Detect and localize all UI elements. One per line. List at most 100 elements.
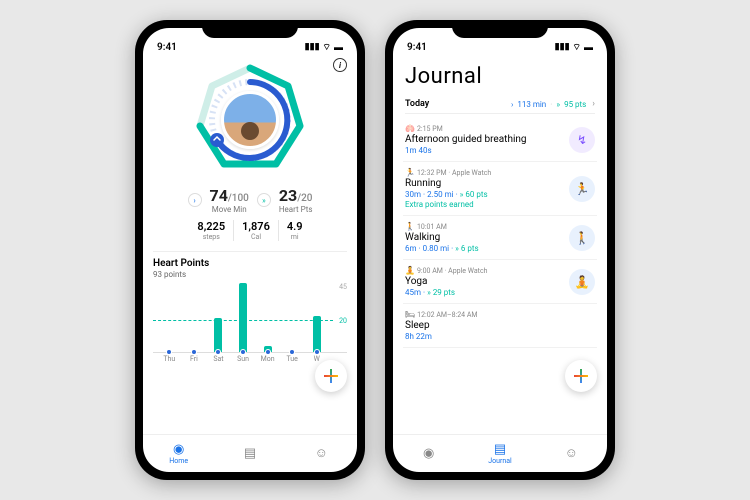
bar-Thu bbox=[157, 283, 182, 352]
move-min-target: /100 bbox=[228, 193, 249, 204]
activity-badge-icon: 🧘 bbox=[569, 269, 595, 295]
info-icon: i bbox=[339, 61, 341, 70]
secondary-metrics: 8,225 steps 1,876 Cal 4.9 mi bbox=[153, 220, 347, 241]
activity-ring[interactable] bbox=[153, 60, 347, 180]
activity-glyph-icon: 🏃 bbox=[405, 168, 415, 177]
bar-Sun bbox=[231, 283, 256, 352]
bottom-nav: ◉ ▤ Journal ☺ bbox=[393, 434, 607, 472]
plus-icon bbox=[574, 369, 588, 383]
journal-icon: ▤ bbox=[494, 443, 506, 456]
screen-home: 9:41 ▮▮▮ ⌔ ▬ i bbox=[143, 28, 357, 472]
notch bbox=[202, 20, 298, 38]
today-heart-pts: 95 pts bbox=[564, 100, 586, 109]
bar-Sat bbox=[206, 283, 231, 352]
chart-area: 45 20 bbox=[153, 283, 347, 353]
activity-badge-icon: ↯ bbox=[569, 127, 595, 153]
entry-title: Running bbox=[405, 178, 563, 189]
entry-title: Afternoon guided breathing bbox=[405, 134, 563, 145]
activity-glyph-icon: 🫁 bbox=[405, 124, 415, 133]
nav-profile[interactable]: ☺ bbox=[286, 447, 357, 460]
activity-glyph-icon: 🧘 bbox=[405, 266, 415, 275]
profile-icon: ☺ bbox=[565, 447, 578, 460]
chevron-icon: » bbox=[556, 100, 560, 109]
entry-time: 2:15 PM bbox=[417, 125, 443, 133]
journal-entry[interactable]: 🚶10:01 AMWalking6m · 0.80 mi · » 6 pts🚶 bbox=[403, 216, 597, 260]
bar-Fri bbox=[182, 283, 207, 352]
entry-detail: 45m · » 29 pts bbox=[405, 288, 563, 297]
move-min-icon: › bbox=[188, 193, 202, 207]
chevron-right-icon: › bbox=[592, 99, 595, 109]
signal-icon: ▮▮▮ bbox=[305, 42, 320, 53]
heart-pts-metric[interactable]: 23/20 Heart Pts bbox=[279, 186, 313, 214]
chevron-icon: › bbox=[511, 100, 513, 109]
add-fab[interactable] bbox=[315, 360, 347, 392]
entry-time: 9:00 AM · Apple Watch bbox=[417, 267, 488, 275]
status-time: 9:41 bbox=[157, 42, 177, 53]
entry-title: Yoga bbox=[405, 276, 563, 287]
mi-metric[interactable]: 4.9 mi bbox=[278, 220, 311, 241]
wifi-icon: ⌔ bbox=[323, 42, 331, 53]
device-journal: 9:41 ▮▮▮ ⌔ ▬ Journal Today › 113 min · »… bbox=[385, 20, 615, 480]
nav-journal[interactable]: ▤ bbox=[214, 447, 285, 460]
today-summary[interactable]: Today › 113 min · » 95 pts › bbox=[405, 99, 595, 114]
status-time: 9:41 bbox=[407, 42, 427, 53]
chart-subtitle: 93 points bbox=[153, 270, 347, 279]
device-home: 9:41 ▮▮▮ ⌔ ▬ i bbox=[135, 20, 365, 480]
entry-detail: 8h 22m bbox=[405, 332, 595, 341]
today-move-min: 113 min bbox=[517, 100, 546, 109]
entry-detail: 6m · 0.80 mi · » 6 pts bbox=[405, 244, 563, 253]
entry-title: Sleep bbox=[405, 320, 595, 331]
chart-ymax: 45 bbox=[339, 283, 347, 291]
notch bbox=[452, 20, 548, 38]
entry-time: 10:01 AM bbox=[417, 223, 447, 231]
nav-home[interactable]: ◉ bbox=[393, 447, 464, 460]
activity-badge-icon: 🏃 bbox=[569, 176, 595, 202]
move-min-metric[interactable]: 74/100 Move Min bbox=[210, 186, 249, 214]
activity-glyph-icon: 🛏 bbox=[405, 310, 415, 319]
profile-icon: ☺ bbox=[315, 447, 328, 460]
status-icons: ▮▮▮ ⌔ ▬ bbox=[305, 42, 343, 53]
signal-icon: ▮▮▮ bbox=[555, 42, 570, 53]
steps-metric[interactable]: 8,225 steps bbox=[189, 220, 233, 241]
add-fab[interactable] bbox=[565, 360, 597, 392]
move-min-value: 74 bbox=[210, 186, 228, 205]
move-min-label: Move Min bbox=[210, 205, 249, 214]
nav-journal[interactable]: ▤ Journal bbox=[464, 443, 535, 465]
chart-title: Heart Points bbox=[153, 258, 347, 269]
bar-W bbox=[304, 283, 329, 352]
journal-entry[interactable]: 🏃12:32 PM · Apple WatchRunning30m · 2.50… bbox=[403, 162, 597, 216]
activity-badge-icon: 🚶 bbox=[569, 225, 595, 251]
info-button[interactable]: i bbox=[333, 58, 347, 72]
heart-pts-label: Heart Pts bbox=[279, 205, 313, 214]
journal-icon: ▤ bbox=[244, 447, 256, 460]
home-icon: ◉ bbox=[173, 443, 184, 456]
today-label: Today bbox=[405, 99, 429, 109]
heart-pts-icon: » bbox=[257, 193, 271, 207]
heart-pts-value: 23 bbox=[279, 186, 297, 205]
battery-icon: ▬ bbox=[584, 42, 593, 53]
home-icon: ◉ bbox=[423, 447, 434, 460]
bar-Tue bbox=[280, 283, 305, 352]
nav-home[interactable]: ◉ Home bbox=[143, 443, 214, 465]
heart-pts-target: /20 bbox=[297, 193, 312, 204]
profile-avatar[interactable] bbox=[221, 91, 279, 149]
wifi-icon: ⌔ bbox=[573, 42, 581, 53]
entry-extra: Extra points earned bbox=[405, 200, 563, 209]
entry-detail: 30m · 2.50 mi · » 60 pts bbox=[405, 190, 563, 199]
journal-entry[interactable]: 🧘9:00 AM · Apple WatchYoga45m · » 29 pts… bbox=[403, 260, 597, 304]
screen-journal: 9:41 ▮▮▮ ⌔ ▬ Journal Today › 113 min · »… bbox=[393, 28, 607, 472]
entry-time: 12:32 PM · Apple Watch bbox=[417, 169, 491, 177]
plus-icon bbox=[324, 369, 338, 383]
battery-icon: ▬ bbox=[334, 42, 343, 53]
nav-profile[interactable]: ☺ bbox=[536, 447, 607, 460]
journal-entry[interactable]: 🛏12:02 AM–8:24 AMSleep8h 22m bbox=[403, 304, 597, 348]
chart-goal-label: 20 bbox=[339, 317, 347, 325]
heart-points-chart[interactable]: Heart Points 93 points 45 20 ThuFriSatSu… bbox=[153, 251, 347, 363]
page-title: Journal bbox=[405, 64, 595, 89]
journal-entry[interactable]: 🫁2:15 PMAfternoon guided breathing1m 40s… bbox=[403, 118, 597, 162]
entry-title: Walking bbox=[405, 232, 563, 243]
activity-glyph-icon: 🚶 bbox=[405, 222, 415, 231]
status-icons: ▮▮▮ ⌔ ▬ bbox=[555, 42, 593, 53]
cal-metric[interactable]: 1,876 Cal bbox=[233, 220, 278, 241]
primary-metrics: › 74/100 Move Min » 23/20 Heart Pts bbox=[153, 186, 347, 214]
